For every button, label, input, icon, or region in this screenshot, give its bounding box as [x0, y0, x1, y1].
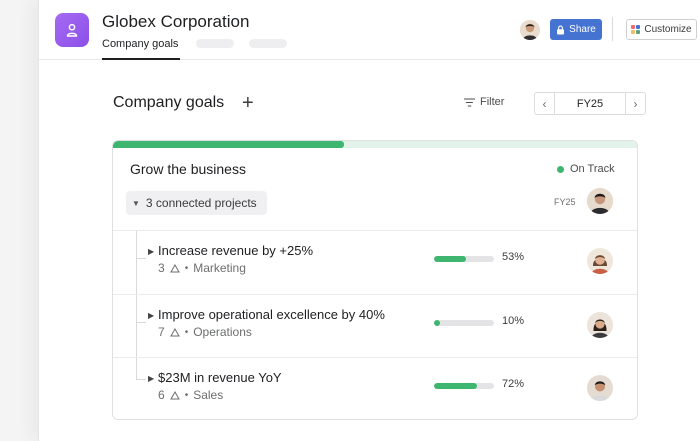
filter-button[interactable]: Filter: [464, 96, 504, 108]
status-badge: On Track: [557, 163, 615, 175]
sub-goal-team: Sales: [193, 388, 224, 402]
goal-progress-fill: [113, 141, 344, 148]
tree-elbow: [136, 258, 146, 259]
customize-label: Customize: [644, 24, 692, 35]
tab-placeholder[interactable]: [249, 39, 287, 48]
tab-company-goals[interactable]: Company goals: [102, 38, 178, 50]
goal-period: FY25: [554, 197, 576, 207]
sub-goal-count: 7: [158, 325, 165, 339]
app-window: Globex Corporation Company goals Share C…: [38, 0, 700, 441]
sub-goal-count: 3: [158, 261, 165, 275]
status-dot-icon: [557, 165, 564, 173]
sub-goal-meta: 3 • Marketing: [158, 261, 246, 275]
tree-elbow: [136, 322, 146, 323]
bullet: •: [184, 389, 189, 401]
org-logo-icon[interactable]: [55, 13, 89, 47]
avatar[interactable]: [587, 375, 613, 401]
filter-label: Filter: [480, 96, 505, 108]
sub-goal-meta: 6 • Sales: [158, 388, 223, 402]
share-button[interactable]: Share: [550, 19, 602, 40]
caret-right-icon[interactable]: ▶: [148, 311, 154, 320]
avatar[interactable]: [520, 20, 540, 40]
progress-fill: [434, 383, 478, 389]
tree-elbow: [136, 379, 146, 380]
progress-percent: 10%: [502, 315, 525, 327]
list-item[interactable]: ▶ Improve operational excellence by 40% …: [113, 295, 637, 358]
bullet: •: [184, 326, 189, 338]
page-title: Company goals: [113, 94, 225, 111]
active-tab-indicator: [102, 58, 180, 60]
plus-icon[interactable]: +: [242, 93, 254, 113]
filter-icon: [464, 97, 475, 107]
goal-triangle-icon: [169, 390, 180, 399]
list-item[interactable]: ▶ Increase revenue by +25% 3 • Marketing…: [113, 231, 637, 294]
caret-right-icon[interactable]: ▶: [148, 247, 154, 256]
sub-goal-meta: 7 • Operations: [158, 325, 252, 339]
sub-goal-title[interactable]: Improve operational excellence by 40%: [158, 307, 385, 322]
connected-projects-label: 3 connected projects: [145, 196, 257, 210]
goal-card[interactable]: Grow the business On Track ▼ 3 connected…: [112, 140, 638, 420]
bullet: •: [184, 262, 189, 274]
progress-fill: [434, 320, 440, 326]
goal-triangle-icon: [169, 327, 180, 336]
period-label[interactable]: FY25: [555, 93, 625, 114]
caret-down-icon: ▼: [132, 198, 140, 208]
goal-progress-bar: [113, 141, 637, 148]
period-selector: ‹ FY25 ›: [534, 92, 646, 115]
progress-percent: 72%: [502, 378, 525, 390]
org-title: Globex Corporation: [102, 12, 250, 31]
customize-button[interactable]: Customize: [626, 19, 697, 40]
sub-goal-team: Marketing: [193, 261, 246, 275]
sub-goal-title[interactable]: $23M in revenue YoY: [158, 370, 282, 385]
avatar[interactable]: [587, 248, 613, 274]
caret-right-icon[interactable]: ▶: [148, 374, 154, 383]
customize-icon: [631, 25, 641, 34]
chevron-left-icon[interactable]: ‹: [535, 93, 555, 114]
progress-bar: [434, 320, 494, 326]
goal-triangle-icon: [169, 263, 180, 272]
sub-goal-title[interactable]: Increase revenue by +25%: [158, 243, 313, 258]
header-divider: [612, 17, 613, 41]
chevron-right-icon[interactable]: ›: [625, 93, 645, 114]
connected-projects-toggle[interactable]: ▼ 3 connected projects: [126, 191, 267, 215]
progress-bar: [434, 256, 494, 262]
status-label: On Track: [570, 163, 615, 175]
avatar[interactable]: [587, 188, 613, 214]
share-label: Share: [569, 24, 596, 35]
sub-goal-count: 6: [158, 388, 165, 402]
progress-bar: [434, 383, 494, 389]
avatar[interactable]: [587, 312, 613, 338]
sub-goal-team: Operations: [193, 325, 252, 339]
tab-placeholder[interactable]: [196, 39, 234, 48]
progress-fill: [434, 256, 466, 262]
lock-icon: [557, 25, 565, 34]
list-item[interactable]: ▶ $23M in revenue YoY 6 • Sales 72%: [113, 358, 637, 419]
top-header: Globex Corporation Company goals Share C…: [39, 0, 700, 60]
progress-percent: 53%: [502, 251, 525, 263]
goal-title[interactable]: Grow the business: [130, 161, 246, 177]
